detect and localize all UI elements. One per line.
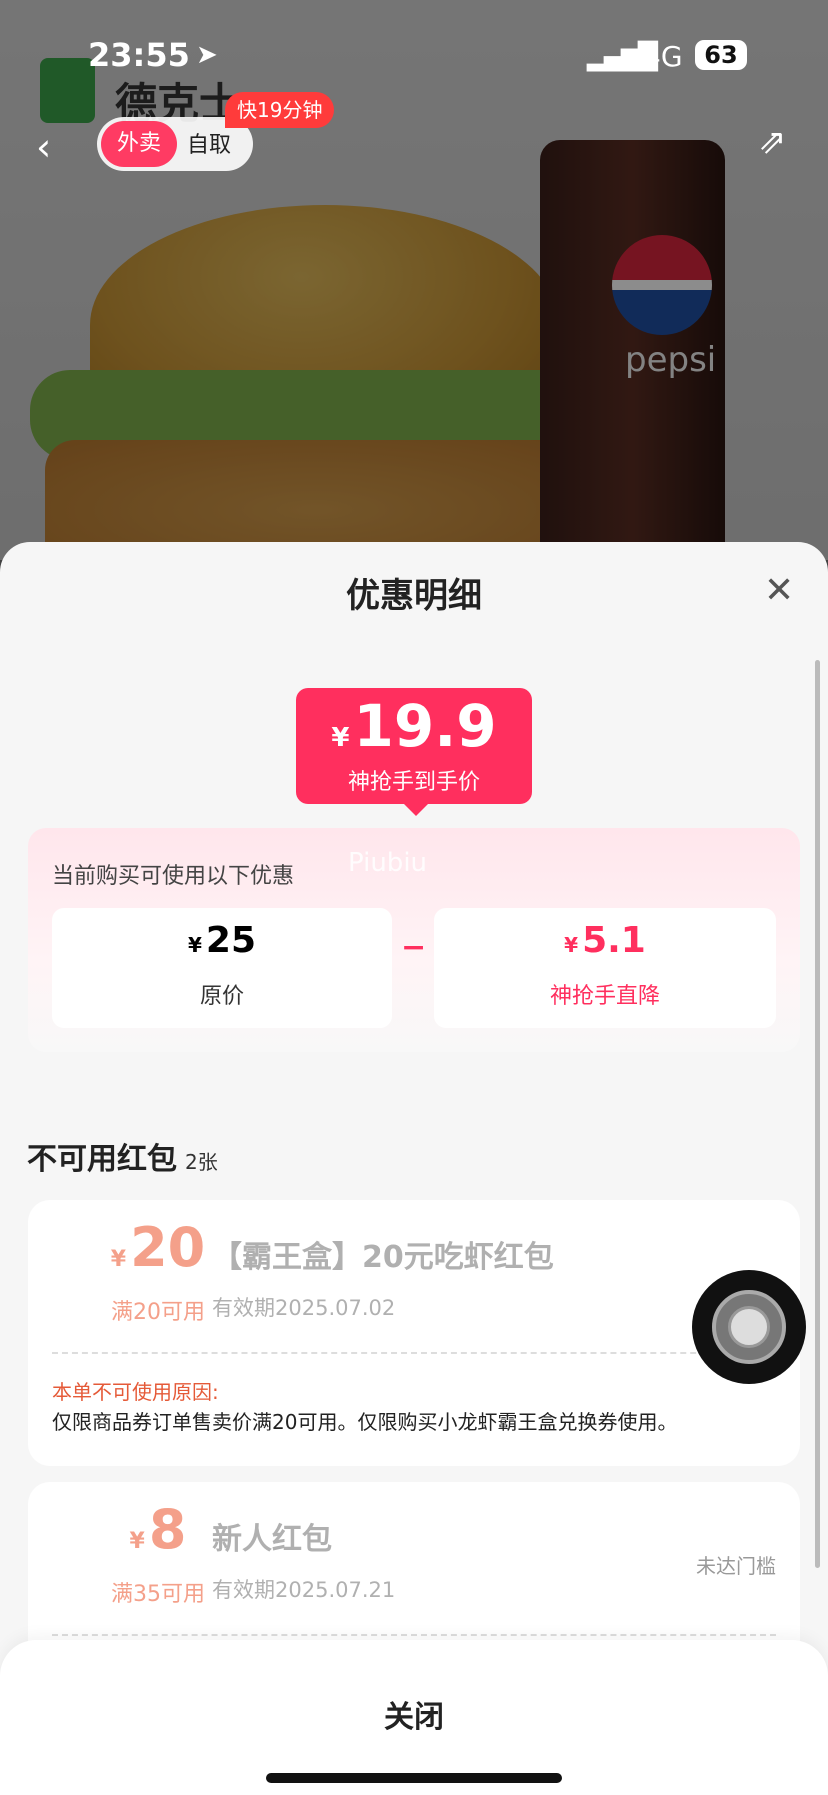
sheet-title: 优惠明细 [346,576,482,616]
unusable-title-text: 不可用红包 [27,1142,177,1177]
assistive-touch-ring [712,1290,786,1364]
currency-symbol: ¥ [564,933,579,957]
final-price: ¥19.9 [296,692,532,760]
currency-symbol: ¥ [110,1247,127,1272]
location-arrow-icon: ➤ [196,40,218,70]
coupon-reason-title: 本单不可使用原因: [52,1380,219,1404]
coupon-amount-value: 20 [130,1216,206,1279]
discount-panel: Piubiu 当前购买可使用以下优惠 ¥25 原价 − ¥5.1 神抢手直降 [28,828,800,1052]
reduction-card: ¥5.1 神抢手直降 [434,908,776,1028]
close-button[interactable]: 关闭 [0,1692,828,1736]
network-type: 4G [643,40,683,73]
coupon-divider [52,1634,776,1636]
coupon-name: 【霸王盒】20元吃虾红包 [212,1240,554,1275]
close-icon[interactable]: ✕ [764,570,794,611]
assistive-touch-core [728,1306,770,1348]
coupon-state: 未达门槛 [696,1554,776,1578]
sheet-footer: 关闭 [0,1640,828,1795]
minus-operator: − [401,930,427,965]
original-price: ¥25 [52,920,392,961]
final-price-box: ¥19.9 神抢手到手价 [296,688,532,816]
original-price-card: ¥25 原价 [52,908,392,1028]
assistive-touch-button[interactable] [692,1270,806,1384]
mode-pickup-tab[interactable]: 自取 [187,127,231,159]
unusable-count: 2张 [185,1150,218,1174]
coupon-name: 新人红包 [212,1522,332,1557]
final-price-amount: 19.9 [353,692,497,760]
discount-detail-sheet: 优惠明细 ✕ ¥19.9 神抢手到手价 Piubiu 当前购买可使用以下优惠 ¥… [0,542,828,1795]
currency-symbol: ¥ [331,723,350,753]
currency-symbol: ¥ [129,1529,145,1554]
coupon-reason: 仅限商品券订单售卖价满20可用。仅限购买小龙虾霸王盒兑换券使用。 [52,1410,678,1434]
original-price-amount: 25 [205,920,257,961]
reduction-amount: ¥5.1 [434,920,776,961]
coupon-expiry: 有效期2025.07.02 [212,1296,396,1320]
status-bar: 23:55 ➤ ▂▄▆█ 4G 63 [0,32,828,82]
coupon-card[interactable]: ¥20 满20可用 【霸王盒】20元吃虾红包 有效期2025.07.02 券包 … [28,1200,800,1466]
mode-deliver-tab[interactable]: 外卖 [101,121,177,167]
status-time: 23:55 [88,36,190,74]
share-icon[interactable]: ⇗ [758,122,787,162]
battery-level: 63 [695,40,747,70]
coupon-amount-value: 8 [148,1498,187,1561]
watermark: Piubiu [348,848,428,878]
back-icon[interactable]: ‹ [36,125,51,169]
home-indicator[interactable] [266,1773,562,1783]
final-price-label: 神抢手到手价 [347,770,480,795]
coupon-expiry: 有效期2025.07.21 [212,1578,396,1602]
reduction-label: 神抢手直降 [549,984,660,1009]
discount-caption: 当前购买可使用以下优惠 [52,864,295,889]
reduction-value: 5.1 [582,920,646,961]
original-price-label: 原价 [199,984,244,1009]
scrollbar[interactable] [815,660,820,1568]
fast-badge: 快19分钟 [225,92,335,128]
coupon-divider [52,1352,776,1354]
currency-symbol: ¥ [187,933,202,957]
unusable-title: 不可用红包 2张 [27,1134,218,1178]
